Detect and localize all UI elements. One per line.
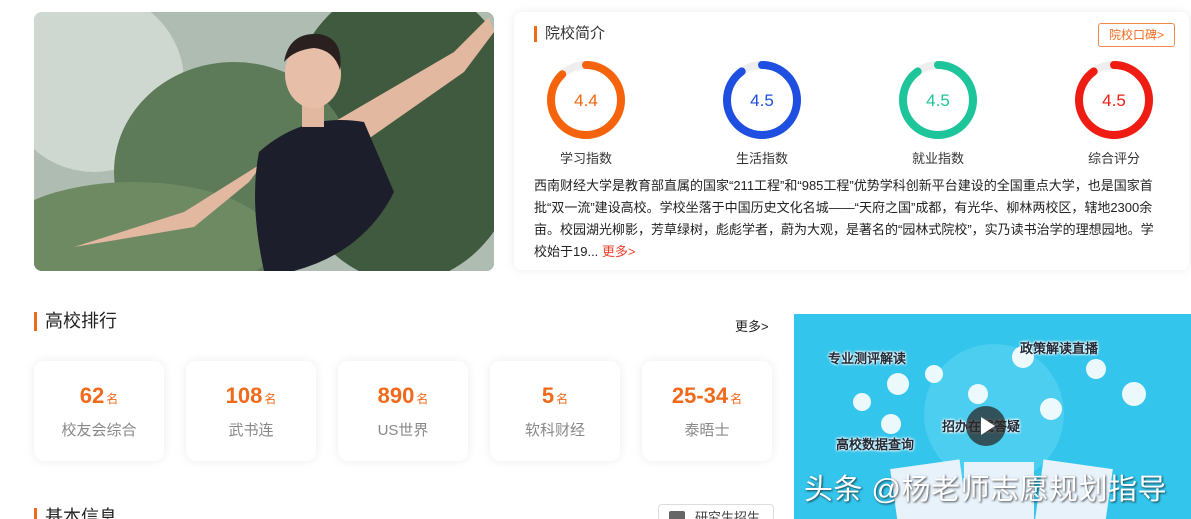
gauge-label: 综合评分 [1087,151,1140,166]
recruit-label: 研究生招生 [695,510,761,519]
life-index-gauge: 4.5 生活指数 [702,58,822,167]
gauge-ring: 4.5 [899,61,977,139]
intro-more-link[interactable]: 更多> [602,244,636,259]
ranking-source: 校友会综合 [61,422,137,439]
ranking-source: US世界 [377,422,429,439]
gauge-ring: 4.5 [723,61,801,139]
gauge-ring: 4.4 [547,61,625,139]
gauge-ring: 4.5 [1075,61,1153,139]
ranking-card[interactable]: 108 名 武书连 [186,361,316,461]
ranking-source: 武书连 [228,422,274,439]
school-intro-card: 院校简介 院校口碑> 4.4 学习指数 4.5 生活指数 4.5 就业指数 4.… [514,12,1189,270]
ranking-more-link[interactable]: 更多> [735,316,769,335]
gauge-value: 4.5 [750,91,774,110]
rank-unit: 名 [556,392,569,406]
rank-value: 25-34 [671,383,729,408]
rank-unit: 名 [416,392,429,406]
basic-info-title: 基本信息 [34,508,117,519]
gauge-value: 4.5 [926,91,950,110]
rank-unit: 名 [106,392,119,406]
rank-number: 108 名 [186,383,316,409]
ad-label-assessment: 专业测评解读 [828,351,907,366]
ranking-card[interactable]: 62 名 校友会综合 [34,361,164,461]
study-index-gauge: 4.4 学习指数 [526,58,646,167]
graduate-recruitment-button[interactable]: 研究生招生 [658,504,774,519]
rank-number: 5名 [490,383,620,409]
rank-number: 62 名 [34,383,164,409]
rank-value: 108 [225,383,263,408]
ad-label-policy: 政策解读直播 [1020,341,1099,356]
employment-index-gauge: 4.5 就业指数 [878,58,998,167]
gauge-label: 学习指数 [559,151,612,166]
intro-title: 院校简介 [534,26,605,42]
reputation-button[interactable]: 院校口碑> [1097,23,1175,47]
page-root: 院校简介 院校口碑> 4.4 学习指数 4.5 生活指数 4.5 就业指数 4.… [0,0,1191,519]
overall-score-gauge: 4.5 综合评分 [1054,58,1174,167]
ranking-source: 软科财经 [524,422,585,439]
gauge-row: 4.4 学习指数 4.5 生活指数 4.5 就业指数 4.5 综合评分 [532,58,1172,166]
rank-value: 62 [79,383,105,408]
rank-number: 25-34 名 [642,383,772,409]
ranking-card[interactable]: 5名 软科财经 [490,361,620,461]
play-icon[interactable] [966,406,1006,446]
gauge-label: 就业指数 [911,151,964,166]
rank-unit: 名 [730,392,743,406]
gauge-value: 4.5 [1102,91,1126,110]
rank-value: 890 [377,383,415,408]
ranking-card[interactable]: 890 名 US世界 [338,361,468,461]
campus-hero-photo [34,12,494,271]
ranking-title: 高校排行 [34,312,117,331]
ad-label-data: 高校数据查询 [836,437,915,452]
video-advert[interactable]: 专业测评解读 政策解读直播 招办在线答疑 高校数据查询 头条 @杨老师志愿规划指… [794,314,1191,519]
rank-unit: 名 [264,392,277,406]
ranking-card[interactable]: 25-34 名 泰晤士 [642,361,772,461]
ranking-source: 泰晤士 [684,422,730,439]
gauge-label: 生活指数 [735,151,788,166]
intro-description: 西南财经大学是教育部直属的国家“211工程”和“985工程”优势学科创新平台建设… [534,175,1164,263]
rank-number: 890 名 [338,383,468,409]
graduation-cap-icon [669,511,685,519]
gauge-value: 4.4 [574,91,598,110]
watermark-text: 头条 @杨老师志愿规划指导 [804,474,1167,506]
rank-value: 5 [541,383,555,408]
